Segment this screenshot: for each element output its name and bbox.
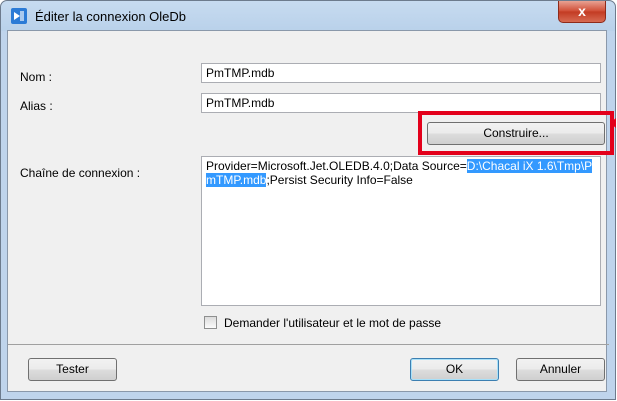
close-icon: x bbox=[578, 3, 586, 19]
ask-credentials-checkbox[interactable] bbox=[204, 316, 217, 329]
connection-string-label: Chaîne de connexion : bbox=[20, 166, 141, 180]
alias-label: Alias : bbox=[20, 99, 53, 113]
separator bbox=[8, 344, 609, 345]
test-button[interactable]: Tester bbox=[28, 358, 117, 381]
window-title: Éditer la connexion OleDb bbox=[35, 9, 187, 24]
highlight-annotation bbox=[418, 111, 614, 155]
ok-button[interactable]: OK bbox=[410, 358, 499, 381]
close-button[interactable]: x bbox=[558, 1, 606, 23]
connection-string-before: Provider=Microsoft.Jet.OLEDB.4.0;Data So… bbox=[206, 159, 467, 173]
alias-field[interactable]: PmTMP.mdb bbox=[201, 93, 601, 113]
name-label: Nom : bbox=[20, 70, 53, 84]
ask-credentials-label[interactable]: Demander l'utilisateur et le mot de pass… bbox=[224, 316, 441, 330]
annotation-arrow-icon bbox=[610, 118, 616, 128]
cancel-button[interactable]: Annuler bbox=[516, 358, 605, 381]
title-bar[interactable]: Éditer la connexion OleDb x bbox=[1, 1, 615, 31]
name-field[interactable]: PmTMP.mdb bbox=[201, 63, 601, 83]
app-icon bbox=[11, 8, 27, 24]
connection-string-after: ;Persist Security Info=False bbox=[266, 173, 413, 187]
connection-string-textarea[interactable]: Provider=Microsoft.Jet.OLEDB.4.0;Data So… bbox=[201, 156, 601, 306]
